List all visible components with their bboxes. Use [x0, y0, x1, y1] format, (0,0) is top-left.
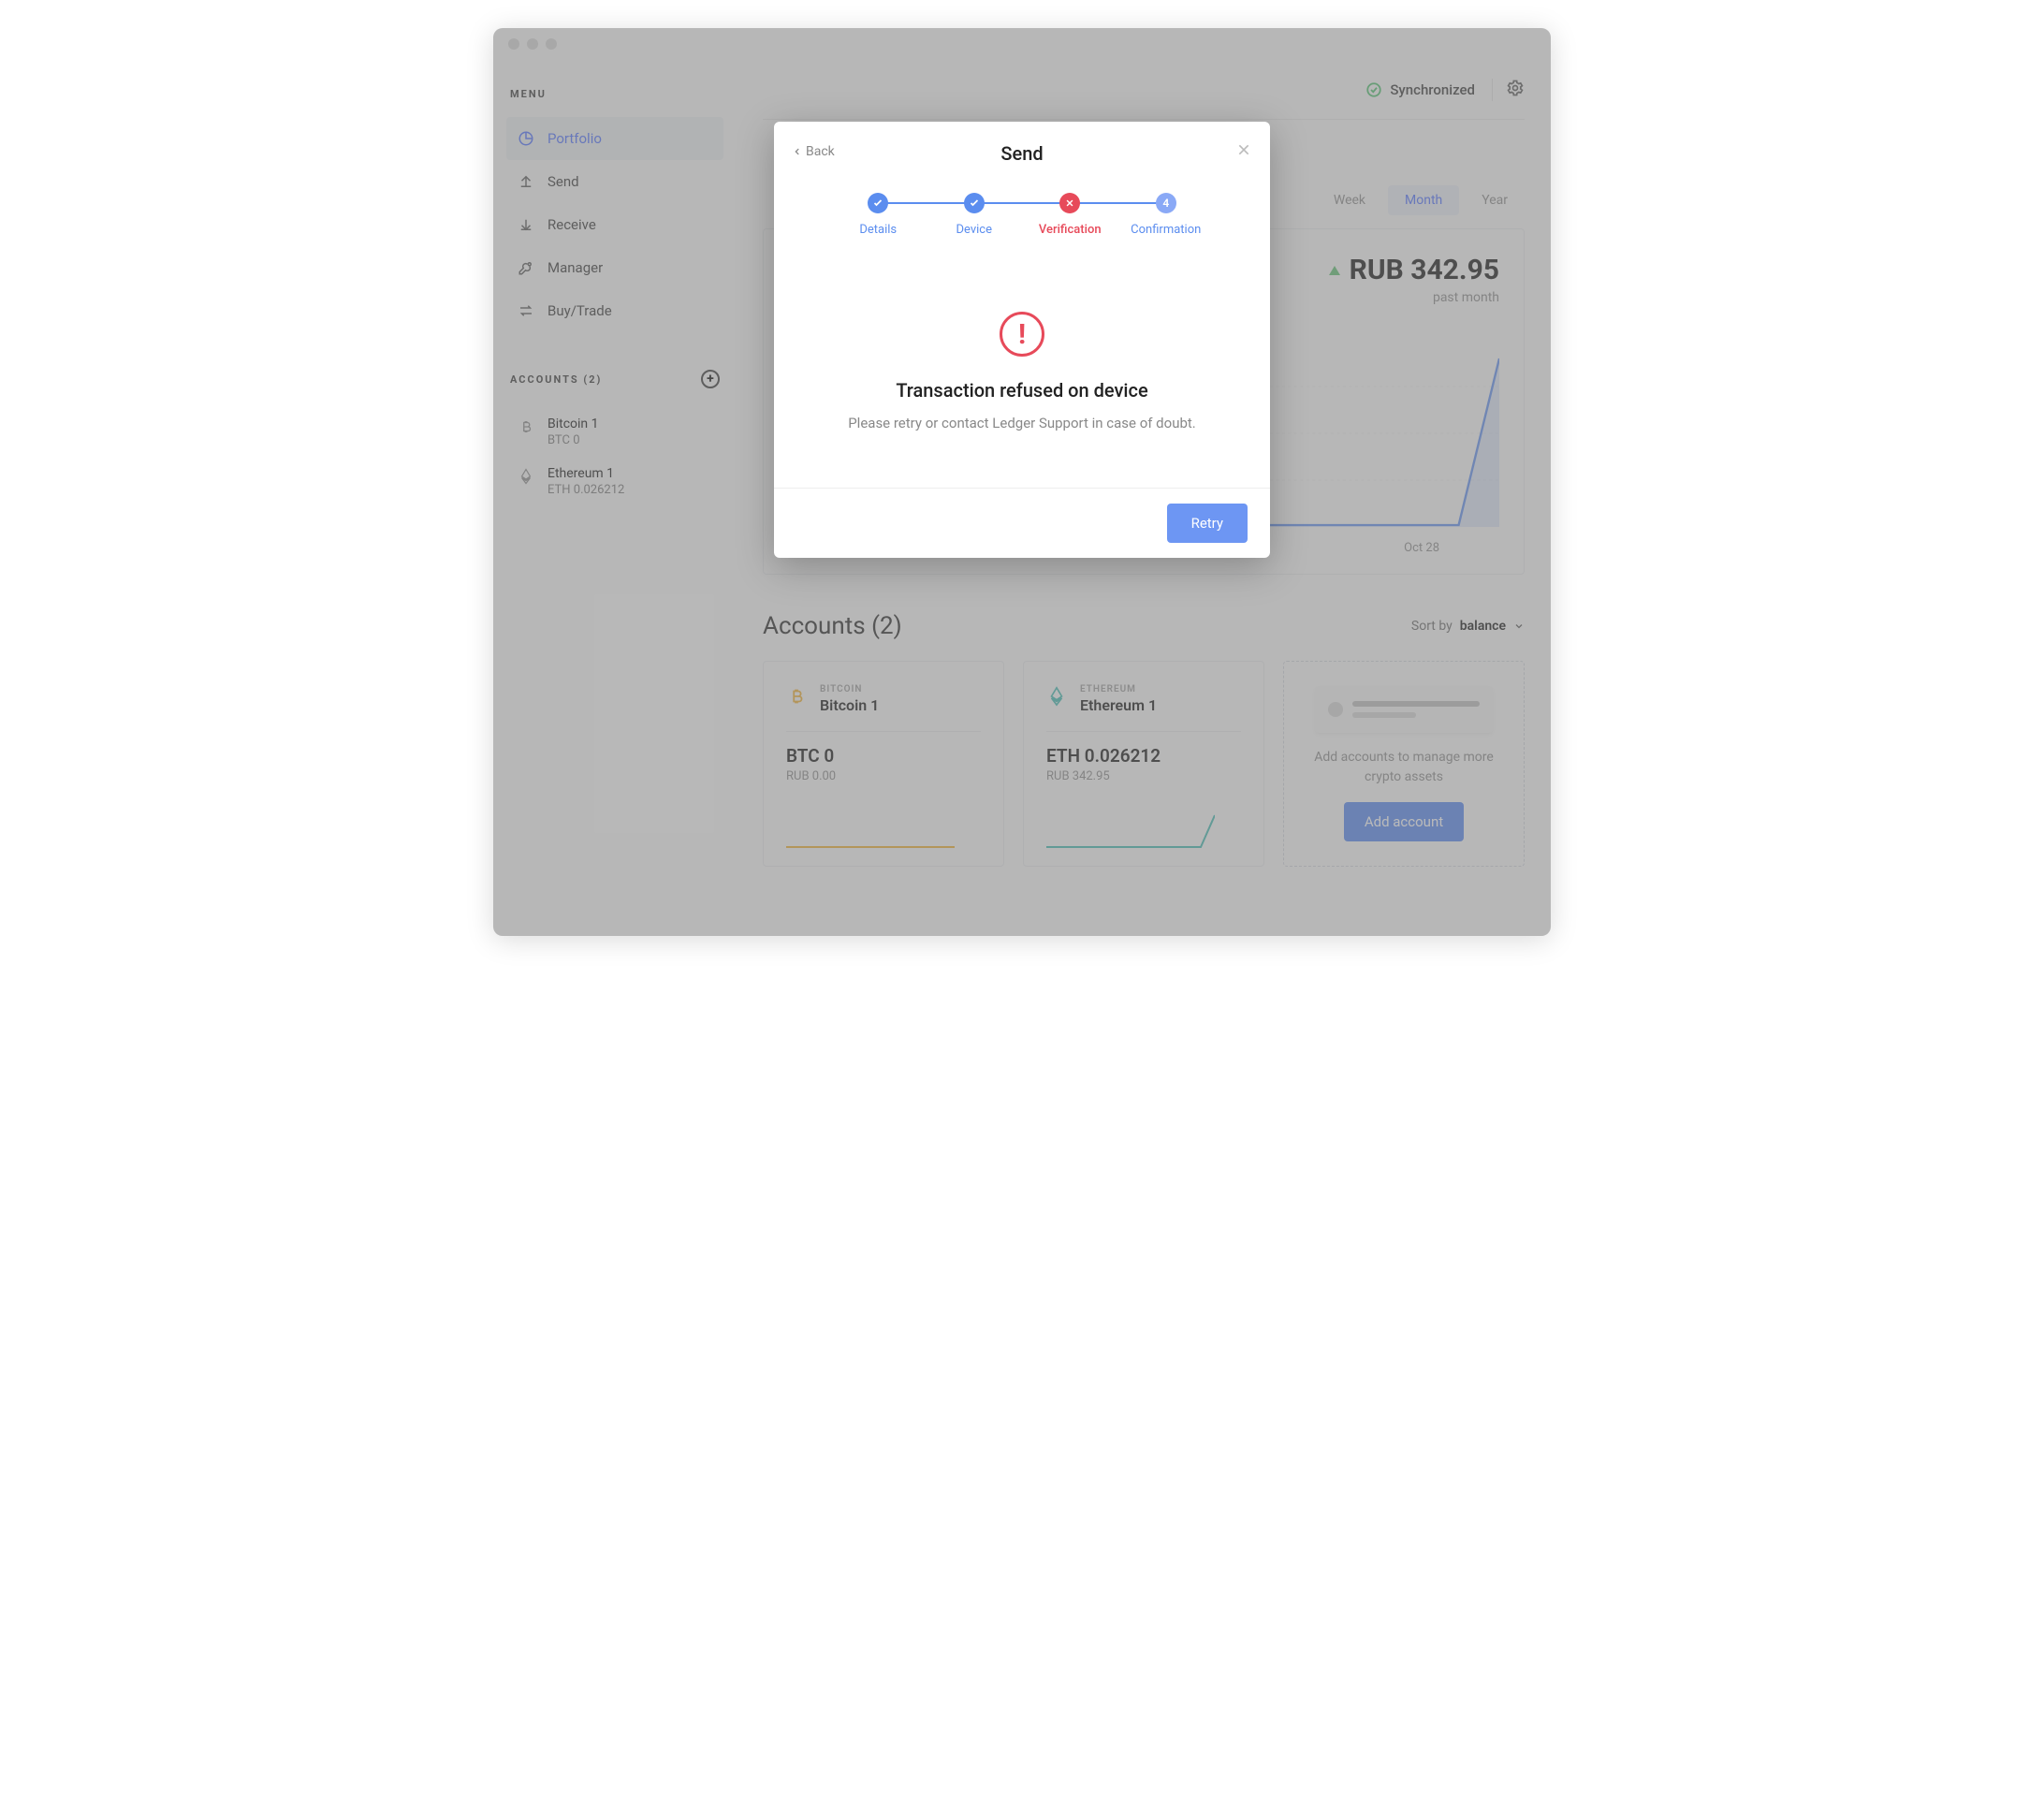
app-frame: MENU Portfolio Send Receive Manager Buy/… [493, 28, 1551, 936]
modal-title: Send [796, 142, 1248, 165]
step-check-icon [964, 193, 985, 213]
step-label: Verification [1039, 223, 1102, 237]
step-check-icon [868, 193, 888, 213]
modal-body: ! Transaction refused on device Please r… [774, 237, 1270, 488]
step-number-icon: 4 [1156, 193, 1176, 213]
step-details: Details [830, 193, 927, 237]
step-confirmation: 4 Confirmation [1118, 193, 1215, 237]
chevron-left-icon [793, 147, 802, 156]
alert-circle-icon: ! [1000, 312, 1044, 357]
error-body: Please retry or contact Ledger Support i… [811, 415, 1233, 431]
modal-footer: Retry [774, 488, 1270, 558]
retry-button[interactable]: Retry [1167, 504, 1248, 543]
error-heading: Transaction refused on device [811, 379, 1233, 402]
modal-back-button[interactable]: Back [793, 144, 835, 159]
stepper: Details Device Verification [774, 165, 1270, 237]
step-error-icon [1059, 193, 1080, 213]
step-label: Device [956, 223, 993, 237]
back-label: Back [806, 144, 835, 159]
step-device: Device [927, 193, 1023, 237]
step-verification: Verification [1022, 193, 1118, 237]
step-label: Details [859, 223, 897, 237]
step-label: Confirmation [1131, 223, 1201, 237]
modal-close-button[interactable] [1236, 142, 1251, 161]
send-modal: Back Send Details [774, 122, 1270, 558]
close-icon [1236, 142, 1251, 157]
modal-overlay[interactable]: Back Send Details [493, 28, 1551, 936]
